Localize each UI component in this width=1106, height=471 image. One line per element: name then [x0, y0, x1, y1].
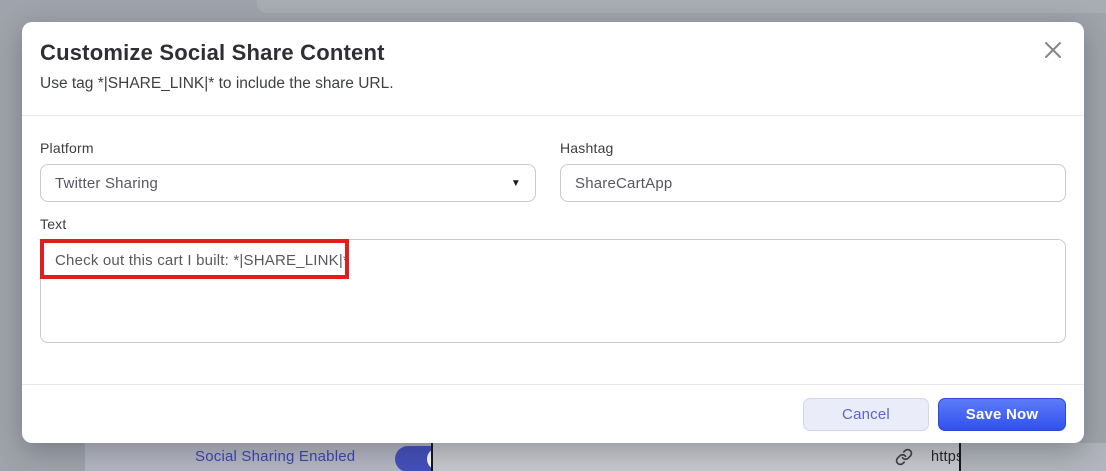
background-panel-edge: [257, 0, 1106, 13]
close-button[interactable]: [1040, 38, 1066, 64]
link-icon: [895, 448, 913, 466]
text-label: Text: [40, 216, 67, 232]
customize-social-share-dialog: Customize Social Share Content Use tag *…: [22, 22, 1084, 443]
dialog-body: Platform Twitter Sharing ▼ Hashtag Text …: [22, 140, 1084, 348]
hashtag-label: Hashtag: [560, 140, 614, 156]
platform-selected-value: Twitter Sharing: [55, 174, 159, 192]
page-bottom-strip: Social Sharing Enabled https://share-car…: [0, 443, 1106, 471]
save-now-button[interactable]: Save Now: [938, 397, 1066, 431]
dialog-subtitle: Use tag *|SHARE_LINK|* to include the sh…: [40, 75, 394, 92]
cancel-button[interactable]: Cancel: [803, 397, 929, 431]
share-url-section: https://share-cart-staging-v3.mys Copy L…: [433, 443, 1106, 471]
platform-label: Platform: [40, 140, 94, 156]
screen: Social Sharing Enabled https://share-car…: [0, 0, 1106, 471]
dialog-header: Customize Social Share Content Use tag *…: [22, 22, 1084, 116]
hashtag-input[interactable]: [560, 164, 1066, 202]
dialog-footer: Cancel Save Now: [22, 384, 1084, 443]
strip-right-filler: [961, 443, 1106, 471]
social-sharing-label: Social Sharing Enabled: [195, 448, 356, 465]
platform-select[interactable]: Twitter Sharing ▼: [40, 164, 536, 202]
chevron-down-icon: ▼: [510, 177, 521, 189]
close-icon: [1041, 42, 1065, 65]
sharing-toggle-section: Social Sharing Enabled: [85, 443, 515, 471]
text-textarea[interactable]: Check out this cart I built: *|SHARE_LIN…: [40, 239, 1066, 343]
dialog-title: Customize Social Share Content: [40, 40, 385, 65]
